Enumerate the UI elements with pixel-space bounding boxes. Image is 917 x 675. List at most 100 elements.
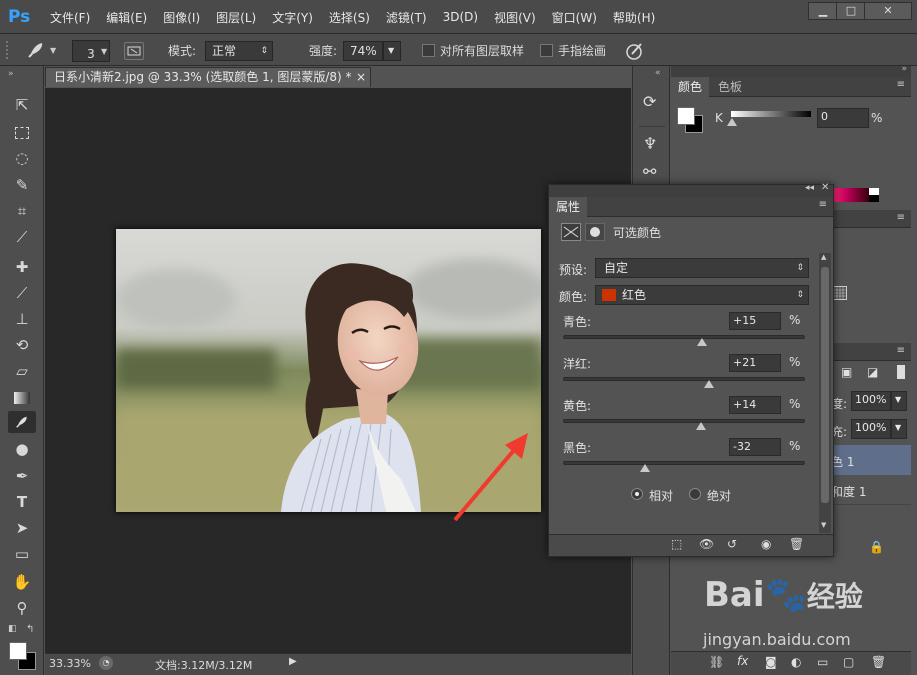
- strength-dropdown-button[interactable]: ▼: [383, 41, 401, 61]
- opacity-dropdown-icon[interactable]: ▼: [891, 391, 907, 411]
- cyan-input[interactable]: +15: [729, 312, 781, 330]
- brush-panel-icon[interactable]: ⚯: [643, 162, 656, 181]
- eraser-tool-icon[interactable]: ▱: [8, 360, 36, 382]
- layer-lock-icon[interactable]: 🔒: [869, 540, 884, 554]
- menu-help[interactable]: 帮助(H): [605, 9, 663, 26]
- minimize-button[interactable]: ▁: [808, 2, 838, 20]
- magenta-slider[interactable]: [563, 377, 805, 381]
- mode-select[interactable]: 正常 ⇕: [205, 41, 273, 61]
- delete-adjustment-icon[interactable]: 🗑: [789, 537, 804, 551]
- hand-tool-icon[interactable]: ✋: [8, 571, 36, 593]
- maximize-button[interactable]: □: [836, 2, 866, 20]
- properties-menu-icon[interactable]: ≡: [819, 199, 827, 210]
- filter-pixel-icon[interactable]: ▣: [841, 365, 852, 379]
- preset-select[interactable]: 自定 ⇕: [595, 258, 809, 278]
- properties-scrollbar[interactable]: ▲ ▼: [819, 253, 831, 533]
- magenta-slider-thumb[interactable]: [704, 380, 715, 388]
- lasso-tool-icon[interactable]: ◌: [8, 147, 36, 169]
- document-tab[interactable]: 日系小清新2.jpg @ 33.3% (选取颜色 1, 图层蒙版/8) * ×: [45, 67, 371, 87]
- dodge-tool-icon[interactable]: ●: [8, 438, 36, 460]
- reset-icon[interactable]: ↺: [727, 537, 737, 551]
- mask-icon[interactable]: [585, 223, 605, 241]
- history-panel-icon[interactable]: ⟳: [643, 92, 656, 111]
- fill-dropdown-icon[interactable]: ▼: [891, 419, 907, 439]
- fill-input[interactable]: 100%: [851, 419, 891, 439]
- layers-panel-menu-icon[interactable]: ≡: [897, 345, 905, 356]
- sample-all-layers-checkbox[interactable]: [422, 44, 435, 57]
- history-brush-tool-icon[interactable]: ⟲: [8, 334, 36, 356]
- marquee-tool-icon[interactable]: [8, 121, 36, 143]
- properties-collapse-icon[interactable]: ◂◂: [805, 183, 814, 193]
- properties-close-icon[interactable]: ✕: [821, 182, 829, 193]
- delete-layer-icon[interactable]: 🗑: [871, 655, 886, 669]
- zoom-tool-icon[interactable]: ⚲: [8, 597, 36, 619]
- k-slider-ramp[interactable]: [731, 111, 811, 117]
- relative-radio[interactable]: [631, 488, 643, 500]
- foreground-color-swatch[interactable]: [9, 642, 27, 660]
- black-slider[interactable]: [563, 461, 805, 465]
- smudge-tool-preset-icon[interactable]: [24, 38, 48, 62]
- tab-color[interactable]: 颜色: [671, 77, 710, 97]
- pen-tool-icon[interactable]: ✒: [8, 465, 36, 487]
- menu-file[interactable]: 文件(F): [42, 9, 98, 26]
- colors-select[interactable]: 红色 ⇕: [595, 285, 809, 305]
- clone-stamp-tool-icon[interactable]: ⊥: [8, 308, 36, 330]
- filter-adjustment-icon[interactable]: ◪: [867, 365, 878, 379]
- clip-to-layer-icon[interactable]: ⬚: [671, 537, 682, 551]
- absolute-radio[interactable]: [689, 488, 701, 500]
- scroll-down-icon[interactable]: ▼: [821, 521, 826, 529]
- brush-tool-icon[interactable]: ⟋: [8, 282, 36, 304]
- color-fg-swatch[interactable]: [677, 107, 695, 125]
- collapse-icon[interactable]: »: [8, 69, 14, 79]
- color-panel-menu-icon[interactable]: ≡: [897, 79, 905, 90]
- pressure-icon[interactable]: [624, 40, 646, 62]
- k-slider-thumb[interactable]: [727, 118, 737, 126]
- view-previous-state-icon[interactable]: 👁: [699, 537, 714, 551]
- toggle-visibility-icon[interactable]: ◉: [761, 537, 771, 551]
- rectangle-tool-icon[interactable]: ▭: [8, 543, 36, 565]
- yellow-slider[interactable]: [563, 419, 805, 423]
- preset-dropdown-arrow-icon[interactable]: ▼: [50, 46, 56, 55]
- finger-paint-checkbox[interactable]: [540, 44, 553, 57]
- smudge-tool-icon[interactable]: [8, 411, 36, 433]
- adjustments-panel-menu-icon[interactable]: ≡: [897, 212, 905, 223]
- menu-window[interactable]: 窗口(W): [544, 9, 605, 26]
- new-layer-icon[interactable]: ▢: [843, 655, 854, 669]
- color-panel-collapse-icon[interactable]: »: [901, 64, 907, 74]
- new-adjustment-icon[interactable]: ◐: [791, 655, 801, 669]
- document-tab-close-icon[interactable]: ×: [356, 68, 366, 87]
- swap-colors-icon[interactable]: ↰: [26, 624, 34, 635]
- menu-select[interactable]: 选择(S): [321, 9, 378, 26]
- quick-selection-tool-icon[interactable]: ✎: [8, 174, 36, 196]
- adjustment-layer-icon[interactable]: [561, 223, 581, 241]
- spectrum-bw-strip[interactable]: [869, 188, 879, 202]
- brush-presets-panel-icon[interactable]: ♆: [643, 134, 657, 153]
- path-selection-tool-icon[interactable]: ➤: [8, 517, 36, 539]
- menu-view[interactable]: 视图(V): [486, 9, 544, 26]
- default-colors-icon[interactable]: ◧: [8, 624, 17, 634]
- zoom-level[interactable]: 33.33%: [49, 657, 91, 670]
- properties-scroll-thumb[interactable]: [821, 267, 829, 503]
- brush-panel-toggle-icon[interactable]: [124, 42, 144, 60]
- gradient-tool-icon[interactable]: [8, 386, 36, 408]
- strength-input[interactable]: 74%: [343, 41, 383, 61]
- menu-layer[interactable]: 图层(L): [208, 9, 264, 26]
- scroll-up-icon[interactable]: ▲: [821, 253, 826, 261]
- black-input[interactable]: -32: [729, 438, 781, 456]
- expand-dock-icon[interactable]: «: [655, 68, 661, 78]
- layer-style-icon[interactable]: fx: [737, 654, 748, 668]
- brush-dropdown-arrow-icon[interactable]: ▼: [101, 47, 107, 56]
- magenta-input[interactable]: +21: [729, 354, 781, 372]
- healing-brush-tool-icon[interactable]: ✚: [8, 256, 36, 278]
- filter-toggle[interactable]: [897, 365, 905, 379]
- menu-3d[interactable]: 3D(D): [435, 10, 486, 24]
- eyedropper-tool-icon[interactable]: ⟋: [8, 226, 36, 248]
- black-slider-thumb[interactable]: [640, 464, 651, 472]
- cyan-slider[interactable]: [563, 335, 805, 339]
- yellow-slider-thumb[interactable]: [695, 422, 706, 430]
- menu-type[interactable]: 文字(Y): [264, 9, 321, 26]
- status-info-icon[interactable]: ◔: [99, 656, 113, 670]
- opacity-input[interactable]: 100%: [851, 391, 891, 411]
- crop-tool-icon[interactable]: ⌗: [8, 200, 36, 222]
- cyan-slider-thumb[interactable]: [697, 338, 708, 346]
